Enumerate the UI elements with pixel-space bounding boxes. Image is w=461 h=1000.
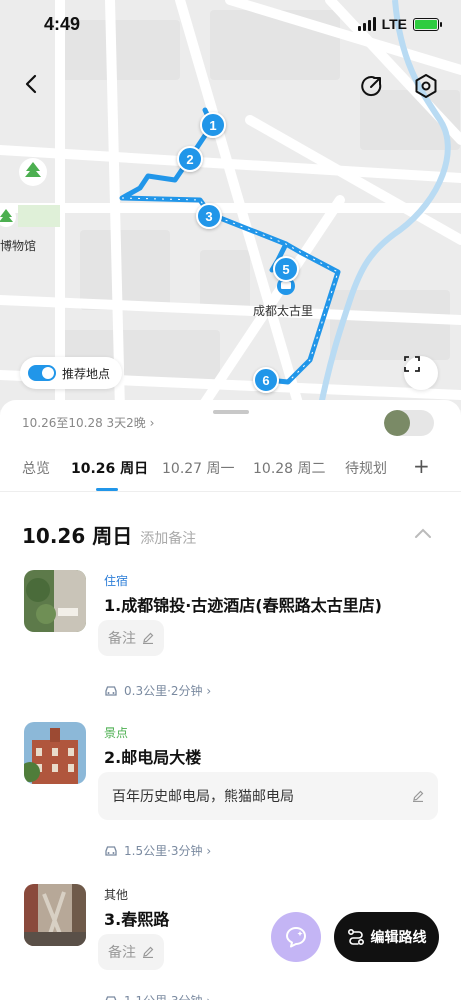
stop-category: 住宿 — [104, 574, 129, 588]
fullscreen-button[interactable] — [404, 356, 438, 390]
route-pin-5[interactable]: 5 — [273, 256, 299, 282]
stop-note-text: 百年历史邮电局，熊猫邮电局 — [112, 789, 294, 805]
tab-unplanned[interactable]: 待规划 — [345, 458, 387, 478]
companions-avatar[interactable] — [384, 410, 434, 436]
route-pin-2[interactable]: 2 — [177, 146, 203, 172]
fullscreen-icon — [404, 356, 420, 372]
recommend-label: 推荐地点 — [62, 366, 111, 381]
sheet-grabber[interactable] — [213, 410, 249, 414]
share-icon — [361, 76, 382, 96]
stop-name[interactable]: 2.邮电局大楼 — [104, 744, 201, 768]
pencil-icon[interactable] — [412, 790, 424, 802]
edit-route-label: 编辑路线 — [370, 930, 427, 946]
transit-segment[interactable]: 1.5公里·3分钟 › — [104, 842, 211, 859]
edit-route-button[interactable]: 编辑路线 — [334, 912, 439, 962]
poi-taikoo-label[interactable]: 成都太古里 — [253, 302, 313, 319]
share-button[interactable] — [354, 68, 390, 104]
route-pin-3[interactable]: 3 — [196, 203, 222, 229]
collapse-button[interactable] — [414, 524, 432, 543]
stop-name[interactable]: 1.成都锦投·古迹酒店(春熙路太古里店) — [104, 592, 382, 616]
chevron-up-icon — [415, 528, 431, 538]
car-icon — [105, 685, 117, 696]
car-icon — [105, 845, 117, 856]
network-label: LTE — [381, 16, 407, 32]
ai-assistant-button[interactable] — [271, 912, 321, 962]
battery-icon — [413, 17, 442, 31]
settings-button[interactable] — [408, 68, 444, 104]
stop-note-button[interactable]: 备注 — [98, 620, 164, 656]
transit-distance: 1.5公里·3分钟 › — [124, 844, 212, 858]
avatar — [384, 410, 410, 436]
trip-date-summary[interactable]: 10.26至10.28 3天2晚 › — [22, 414, 154, 430]
pencil-icon — [143, 946, 154, 958]
itinerary-sheet[interactable]: 10.26至10.28 3天2晚 › 总览 10.26 周日 10.27 周一 … — [0, 400, 461, 1000]
toggle-switch[interactable] — [28, 365, 56, 381]
poi-museum-label[interactable]: 博物馆 — [0, 237, 36, 254]
stop-thumbnail — [24, 722, 86, 784]
status-bar: 4:49 LTE — [0, 0, 461, 50]
note-placeholder: 备注 — [108, 945, 136, 961]
stop-thumbnail — [24, 884, 86, 946]
transit-segment[interactable]: 0.3公里·2分钟 › — [104, 682, 211, 699]
tab-day-1026[interactable]: 10.26 周日 — [71, 458, 148, 478]
active-tab-indicator — [96, 488, 118, 491]
car-icon — [105, 995, 117, 1000]
pencil-icon — [143, 632, 154, 644]
stop-name[interactable]: 3.春熙路 — [104, 906, 169, 930]
transit-segment[interactable]: 1.1公里·3分钟 › — [104, 992, 211, 1000]
add-day-button[interactable]: + — [413, 454, 430, 478]
stop-thumbnail — [24, 570, 86, 632]
chevron-left-icon — [25, 74, 37, 94]
route-map[interactable]: 博物馆 成都太古里 1 2 3 5 6 推荐地点 — [0, 0, 461, 410]
stop-category: 其他 — [104, 888, 129, 902]
recommend-places-toggle[interactable]: 推荐地点 — [20, 357, 123, 389]
signal-icon — [357, 17, 376, 31]
gear-icon — [415, 74, 437, 98]
day-tabs: 总览 10.26 周日 10.27 周一 10.28 周二 待规划 + — [0, 452, 461, 492]
status-time: 4:49 — [44, 14, 81, 34]
note-placeholder: 备注 — [108, 631, 136, 647]
add-note-link[interactable]: 添加备注 — [140, 528, 196, 548]
route-pin-1[interactable]: 1 — [200, 112, 226, 138]
back-button[interactable] — [14, 66, 50, 102]
stop-category: 景点 — [104, 726, 129, 740]
tab-overview[interactable]: 总览 — [22, 458, 50, 478]
stop-note-button[interactable]: 备注 — [98, 934, 164, 970]
chat-sparkle-icon — [286, 927, 306, 948]
tab-day-1028[interactable]: 10.28 周二 — [253, 458, 326, 478]
day-title: 10.26 周日 — [22, 524, 133, 548]
day-header: 10.26 周日 添加备注 — [22, 520, 196, 549]
stop-note[interactable]: 百年历史邮电局，熊猫邮电局 — [98, 772, 438, 820]
route-pin-6[interactable]: 6 — [253, 367, 279, 393]
transit-distance: 0.3公里·2分钟 › — [124, 684, 212, 698]
route-icon — [347, 928, 364, 946]
transit-distance: 1.1公里·3分钟 › — [124, 992, 211, 1000]
tab-day-1027[interactable]: 10.27 周一 — [162, 458, 235, 478]
map-background — [0, 0, 461, 410]
